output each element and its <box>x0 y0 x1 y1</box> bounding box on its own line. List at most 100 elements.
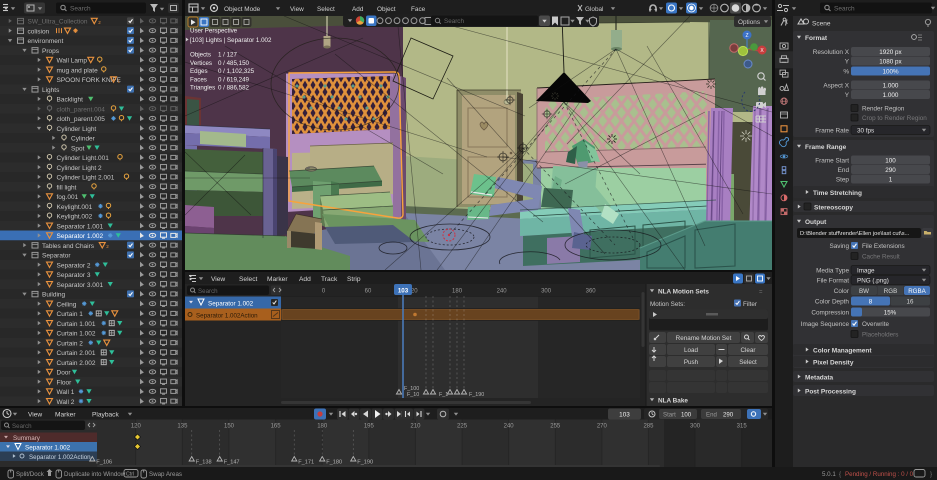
svg-text:Separator 3: Separator 3 <box>57 272 91 279</box>
svg-text:103: 103 <box>619 412 630 419</box>
svg-text:F_10: F_10 <box>407 392 419 398</box>
svg-text:1920 px: 1920 px <box>879 49 902 56</box>
svg-text:290: 290 <box>723 412 734 419</box>
svg-text:Start: Start <box>663 412 676 419</box>
svg-text:1 / 127: 1 / 127 <box>218 52 237 59</box>
svg-text:Lights: Lights <box>42 87 60 94</box>
svg-text:Resolution X: Resolution X <box>813 49 850 56</box>
svg-text:Search: Search <box>834 6 855 13</box>
svg-text:Objects: Objects <box>190 52 211 59</box>
svg-text:Overwrite: Overwrite <box>862 321 889 328</box>
svg-text:240: 240 <box>497 289 508 295</box>
svg-text:Image: Image <box>857 267 875 274</box>
svg-text:View: View <box>211 276 225 283</box>
svg-text:fill light: fill light <box>57 184 77 191</box>
svg-text:Curtain 2.001: Curtain 2.001 <box>57 350 96 357</box>
svg-text:0 / 485,150: 0 / 485,150 <box>218 60 250 67</box>
svg-text:Object: Object <box>377 6 396 13</box>
svg-text:Y: Y <box>845 92 850 99</box>
svg-text:Separator 3.001: Separator 3.001 <box>57 282 104 289</box>
svg-text:Faces: Faces <box>190 76 207 83</box>
svg-text:Ctrl: Ctrl <box>126 472 134 478</box>
svg-text:}: } <box>930 471 932 478</box>
svg-text:60: 60 <box>365 289 372 295</box>
svg-text:Clear: Clear <box>740 347 755 354</box>
svg-text:100: 100 <box>681 412 692 419</box>
svg-text:D:\Blender stuff\render\Ellen: D:\Blender stuff\render\Ellen joe\last c… <box>800 231 910 237</box>
svg-text:colision: colision <box>28 28 50 35</box>
svg-text:300: 300 <box>690 424 701 430</box>
svg-text:F_138: F_138 <box>196 460 212 466</box>
svg-text:Separator 2: Separator 2 <box>57 262 91 269</box>
svg-text:30 fps: 30 fps <box>857 127 874 134</box>
svg-text:NLA Bake: NLA Bake <box>658 398 688 405</box>
svg-text:Rename Motion Set: Rename Motion Set <box>676 335 732 342</box>
svg-text:180: 180 <box>452 289 463 295</box>
svg-text:Ceiling: Ceiling <box>57 301 77 308</box>
svg-text:cloth_parent.005: cloth_parent.005 <box>57 116 106 123</box>
svg-text:Search: Search <box>70 6 91 13</box>
svg-text:300: 300 <box>541 289 552 295</box>
svg-text:mug and plate: mug and plate <box>57 67 99 74</box>
svg-text:Vertices: Vertices <box>190 60 212 67</box>
svg-text:103: 103 <box>398 288 409 295</box>
svg-text:315: 315 <box>737 424 748 430</box>
svg-text:Frame Rate: Frame Rate <box>815 128 849 135</box>
svg-text:File Extensions: File Extensions <box>862 243 905 250</box>
svg-text:Global: Global <box>585 6 603 13</box>
svg-text:End: End <box>838 167 850 174</box>
svg-text:Cylinder Light 2.001: Cylinder Light 2.001 <box>57 175 115 182</box>
svg-text:Search: Search <box>198 288 218 295</box>
svg-text:135: 135 <box>177 424 188 430</box>
svg-text:Cylinder Light: Cylinder Light <box>57 126 97 133</box>
svg-text:Face: Face <box>411 6 426 13</box>
svg-text:%: % <box>843 69 849 76</box>
svg-text:F_180: F_180 <box>326 460 342 466</box>
svg-text:F_190: F_190 <box>469 392 484 398</box>
svg-text:Crop to Render Region: Crop to Render Region <box>862 115 927 122</box>
svg-text:Add: Add <box>352 6 364 13</box>
svg-text:255: 255 <box>550 424 561 430</box>
svg-text:Duplicate into Window: Duplicate into Window <box>64 471 126 478</box>
svg-text:Wall 1: Wall 1 <box>57 389 75 396</box>
svg-text:Object Mode: Object Mode <box>224 6 261 13</box>
svg-text:User Perspective: User Perspective <box>190 28 238 35</box>
svg-text:F_190: F_190 <box>357 460 373 466</box>
svg-text:Options: Options <box>738 19 760 26</box>
svg-text:Spot: Spot <box>71 145 85 152</box>
svg-text:165: 165 <box>271 424 282 430</box>
svg-text:8: 8 <box>869 298 873 305</box>
svg-text:Pixel Density: Pixel Density <box>813 359 854 366</box>
svg-text:Tables and Chairs: Tables and Chairs <box>42 243 95 250</box>
svg-text:Filter: Filter <box>743 301 757 308</box>
svg-text:F_147: F_147 <box>224 460 240 466</box>
svg-text:Select: Select <box>317 6 335 13</box>
svg-text:SW_Ultra_Collection: SW_Ultra_Collection <box>28 19 88 26</box>
svg-text:Keylight.002: Keylight.002 <box>57 214 93 221</box>
svg-text:Media Type: Media Type <box>816 268 849 275</box>
svg-text:Marker: Marker <box>267 276 288 283</box>
svg-text:Frame Start: Frame Start <box>815 158 849 165</box>
svg-text:Aspect X: Aspect X <box>823 83 849 90</box>
svg-text:Floor: Floor <box>57 379 73 386</box>
svg-text:100: 100 <box>885 157 896 164</box>
svg-text:Saving: Saving <box>829 243 849 250</box>
svg-text:Placeholders: Placeholders <box>862 332 898 339</box>
svg-text:Z: Z <box>745 33 748 39</box>
svg-text:Separator 1.002: Separator 1.002 <box>57 233 104 240</box>
svg-text:Frame Range: Frame Range <box>805 144 847 151</box>
svg-text:Curtain 2.002: Curtain 2.002 <box>57 360 96 367</box>
svg-text:Image Sequence: Image Sequence <box>801 321 850 328</box>
svg-text:environment: environment <box>28 38 64 45</box>
svg-text:Metadata: Metadata <box>805 374 834 381</box>
svg-text:Playback: Playback <box>92 411 119 418</box>
svg-text:Separator 1.002Action: Separator 1.002Action <box>196 313 258 320</box>
svg-text:0 / 886,582: 0 / 886,582 <box>218 85 250 92</box>
svg-text:cloth_parent.004: cloth_parent.004 <box>57 106 106 113</box>
svg-text:Cylinder Light.001: Cylinder Light.001 <box>57 155 110 162</box>
svg-text:View: View <box>28 411 42 418</box>
svg-text:NLA Motion Sets: NLA Motion Sets <box>658 289 709 296</box>
svg-text:Cylinder Light 2: Cylinder Light 2 <box>57 165 103 172</box>
svg-text:RGB: RGB <box>884 288 897 295</box>
svg-text:End: End <box>706 412 717 419</box>
